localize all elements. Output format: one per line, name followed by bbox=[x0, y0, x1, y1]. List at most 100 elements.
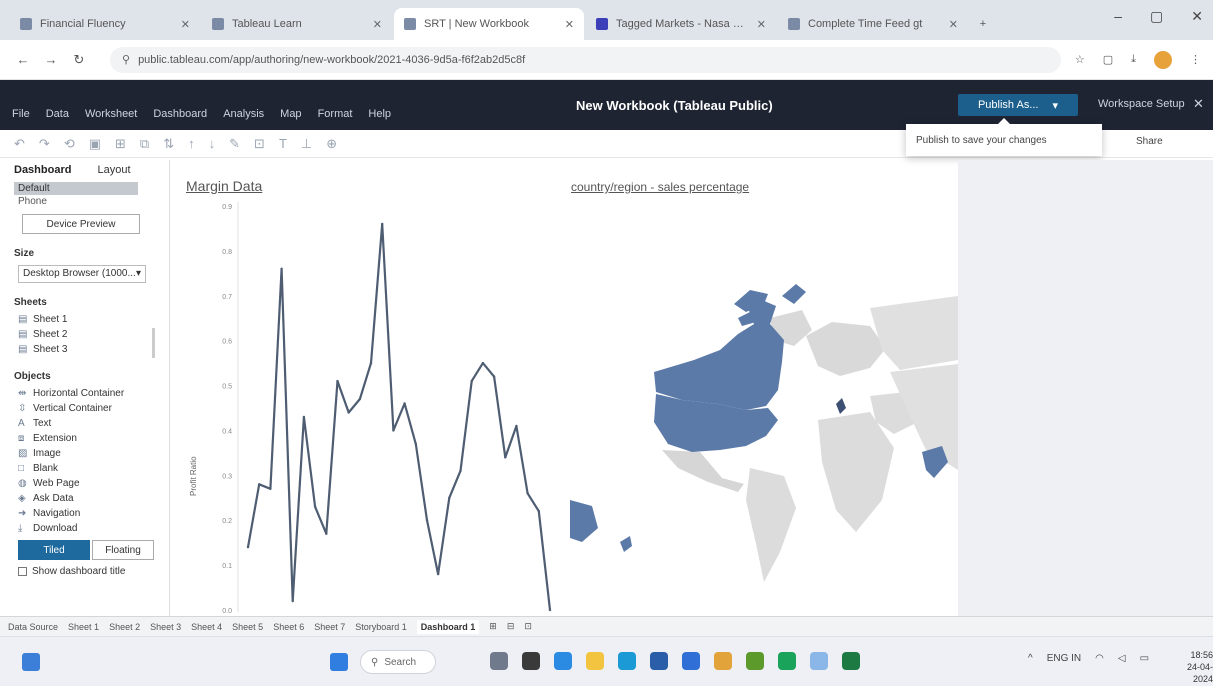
wifi-icon[interactable]: ◠ bbox=[1095, 653, 1104, 664]
clock[interactable]: 18:56 24-04-2024 bbox=[1168, 649, 1213, 685]
close-icon[interactable]: ✕ bbox=[949, 18, 958, 31]
close-icon[interactable]: ✕ bbox=[1193, 96, 1204, 112]
bookmark-icon[interactable]: ☆ bbox=[1075, 53, 1085, 66]
highlight-icon[interactable]: ✎ bbox=[229, 136, 240, 152]
mail-icon[interactable] bbox=[682, 652, 700, 670]
data-point[interactable] bbox=[425, 519, 429, 522]
data-point[interactable] bbox=[336, 379, 339, 383]
save-icon[interactable]: ▣ bbox=[89, 136, 101, 152]
data-point[interactable] bbox=[257, 483, 261, 486]
language-indicator[interactable]: ENG IN bbox=[1047, 653, 1081, 664]
device-preview-button[interactable]: Device Preview bbox=[22, 214, 140, 234]
sheet-item[interactable]: ▤ Sheet 2 bbox=[18, 327, 161, 342]
minimize-icon[interactable]: – bbox=[1114, 8, 1122, 25]
battery-icon[interactable]: ▭ bbox=[1140, 653, 1149, 664]
data-point[interactable] bbox=[526, 492, 529, 495]
menu-format[interactable]: Format bbox=[318, 108, 353, 120]
browser-tab-active[interactable]: SRT | New Workbook ✕ bbox=[394, 8, 584, 40]
data-point[interactable] bbox=[392, 429, 395, 432]
data-point[interactable] bbox=[381, 222, 384, 226]
data-point[interactable] bbox=[448, 496, 451, 499]
data-point[interactable] bbox=[414, 442, 417, 446]
data-point[interactable] bbox=[347, 411, 350, 414]
edge-icon[interactable] bbox=[618, 652, 636, 670]
data-point[interactable] bbox=[246, 545, 250, 549]
browser-tab[interactable]: Tagged Markets - Nasa Live ✕ bbox=[586, 8, 776, 40]
new-sheet-icon[interactable]: ⊞ bbox=[489, 621, 497, 632]
menu-dashboard[interactable]: Dashboard bbox=[153, 108, 207, 120]
maximize-icon[interactable]: ▢ bbox=[1150, 8, 1163, 25]
data-point[interactable] bbox=[269, 487, 272, 490]
data-point[interactable] bbox=[369, 361, 373, 365]
sheet-item[interactable]: ▤ Sheet 1 bbox=[18, 312, 161, 327]
tab-sheet-4[interactable]: Sheet 4 bbox=[191, 622, 222, 632]
tab-sheet-1[interactable]: Sheet 1 bbox=[68, 622, 99, 632]
tab-sheet-6[interactable]: Sheet 6 bbox=[273, 622, 304, 632]
user-menu[interactable]: Workspace Setup bbox=[1098, 98, 1185, 110]
object-item[interactable]: ◈ Ask Data bbox=[18, 491, 161, 506]
sheet-item[interactable]: ▤ Sheet 3 bbox=[18, 342, 161, 357]
app-icon[interactable] bbox=[490, 652, 508, 670]
object-item[interactable]: ⧈ Extension bbox=[18, 431, 161, 446]
app-icon[interactable] bbox=[522, 652, 540, 670]
start-icon[interactable] bbox=[330, 653, 348, 671]
app-icon[interactable] bbox=[554, 652, 572, 670]
tab-dashboard-1[interactable]: Dashboard 1 bbox=[416, 619, 480, 634]
folder-icon[interactable] bbox=[586, 652, 604, 670]
app-icon[interactable] bbox=[746, 652, 764, 670]
chrome-icon[interactable] bbox=[714, 652, 732, 670]
menu-file[interactable]: File bbox=[12, 108, 30, 120]
site-info-icon[interactable]: ⚲ bbox=[122, 53, 130, 66]
browser-tab[interactable]: Tableau Learn ✕ bbox=[202, 8, 392, 40]
new-sheet-icon[interactable]: ⊞ bbox=[115, 136, 126, 152]
tab-data-source[interactable]: Data Source bbox=[8, 622, 58, 632]
tab-storyboard-1[interactable]: Storyboard 1 bbox=[355, 622, 407, 632]
object-item[interactable]: ⇹ Horizontal Container bbox=[18, 386, 161, 401]
chevron-up-icon[interactable]: ^ bbox=[1028, 653, 1033, 664]
profile-avatar[interactable] bbox=[1154, 50, 1172, 69]
close-icon[interactable]: ✕ bbox=[181, 18, 190, 31]
app-icon[interactable] bbox=[810, 652, 828, 670]
tab-sheet-3[interactable]: Sheet 3 bbox=[150, 622, 181, 632]
data-point[interactable] bbox=[403, 402, 406, 405]
tab-sheet-5[interactable]: Sheet 5 bbox=[232, 622, 263, 632]
back-icon[interactable]: ← bbox=[12, 52, 34, 67]
object-item[interactable]: ▨ Image bbox=[18, 446, 161, 461]
tab-sheet-7[interactable]: Sheet 7 bbox=[314, 622, 345, 632]
fix-axes-icon[interactable]: ⊥ bbox=[301, 136, 312, 152]
close-icon[interactable]: ✕ bbox=[373, 18, 382, 31]
data-point[interactable] bbox=[481, 361, 485, 365]
reload-icon[interactable]: ↻ bbox=[68, 52, 90, 68]
volume-icon[interactable]: ◁ bbox=[1118, 653, 1126, 664]
widgets-icon[interactable] bbox=[22, 653, 40, 671]
tab-layout[interactable]: Layout bbox=[97, 164, 130, 176]
object-item[interactable]: A Text bbox=[18, 416, 161, 431]
store-icon[interactable] bbox=[650, 652, 668, 670]
browser-tab[interactable]: Complete Time Feed gt ✕ bbox=[778, 8, 968, 40]
close-window-icon[interactable]: ✕ bbox=[1191, 8, 1203, 25]
swap-icon[interactable]: ⇅ bbox=[163, 136, 174, 152]
device-default[interactable]: Default bbox=[14, 182, 138, 195]
tab-sheet-2[interactable]: Sheet 2 bbox=[109, 622, 140, 632]
sort-asc-icon[interactable]: ↑ bbox=[188, 136, 195, 151]
more-icon[interactable]: ⋮ bbox=[1190, 53, 1201, 66]
pane-scrollbar[interactable] bbox=[152, 328, 155, 358]
excel-icon[interactable] bbox=[842, 652, 860, 670]
data-point[interactable] bbox=[459, 469, 462, 473]
tab-search-icon[interactable]: ▢ bbox=[1103, 53, 1113, 66]
download-icon[interactable]: ⤓ bbox=[1131, 53, 1136, 66]
menu-data[interactable]: Data bbox=[46, 108, 69, 120]
data-point[interactable] bbox=[436, 572, 440, 576]
data-point[interactable] bbox=[291, 599, 294, 603]
menu-map[interactable]: Map bbox=[280, 108, 301, 120]
duplicate-icon[interactable]: ⧉ bbox=[140, 136, 149, 152]
object-item[interactable]: ➜ Navigation bbox=[18, 506, 161, 521]
taskbar-search[interactable]: ⚲ Search bbox=[360, 650, 436, 674]
data-point[interactable] bbox=[492, 375, 496, 378]
device-phone[interactable]: Phone bbox=[14, 195, 161, 208]
close-icon[interactable]: ✕ bbox=[757, 18, 766, 31]
data-point[interactable] bbox=[302, 415, 306, 419]
floating-button[interactable]: Floating bbox=[92, 540, 154, 560]
redo-icon[interactable]: ↷ bbox=[39, 136, 50, 152]
new-story-icon[interactable]: ⊡ bbox=[524, 621, 532, 632]
